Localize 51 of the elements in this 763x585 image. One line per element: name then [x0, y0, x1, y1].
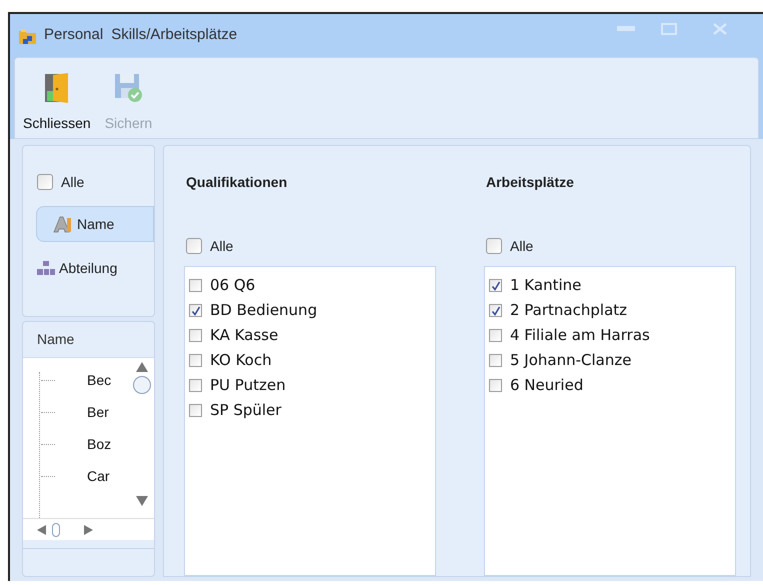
checkbox-item[interactable]: KA Kasse [189, 323, 278, 348]
checkbox-item[interactable]: BD Bedienung [189, 298, 318, 323]
section-heading: Arbeitsplätze [486, 173, 575, 190]
tree-item[interactable]: Boz [87, 434, 112, 454]
window-title: Skills/Arbeitsplätze [111, 25, 238, 46]
left-arrow-icon[interactable] [37, 524, 46, 534]
door-icon [44, 73, 70, 103]
checkbox[interactable] [189, 304, 202, 317]
checkbox[interactable] [489, 329, 502, 342]
checkbox[interactable] [189, 404, 202, 417]
section-heading: Qualifikationen [186, 173, 288, 190]
folder-icon [18, 26, 38, 44]
checkbox-item[interactable]: 5 Johann-Clanze [489, 348, 632, 373]
checkbox-item[interactable]: KO Koch [189, 348, 272, 373]
close-button[interactable]: Schliessen [21, 73, 93, 134]
hierarchy-icon [37, 261, 55, 275]
scroll-thumb[interactable] [133, 376, 151, 394]
all-checkbox[interactable]: Alle [186, 236, 436, 256]
horizontal-scrollbar[interactable] [23, 518, 154, 540]
down-arrow-icon[interactable] [136, 496, 148, 506]
save-icon [113, 73, 144, 103]
checkbox-item[interactable]: 2 Partnachplatz [489, 298, 628, 323]
checkbox-item[interactable]: 06 Q6 [189, 273, 256, 298]
tree-item[interactable]: Ber [87, 402, 109, 422]
checkbox[interactable] [489, 379, 502, 392]
window-title: Personal [44, 25, 104, 46]
checkbox[interactable] [489, 279, 502, 292]
up-arrow-icon[interactable] [136, 362, 148, 372]
tree-item[interactable]: Bec [87, 370, 112, 390]
checkbox[interactable] [489, 304, 502, 317]
checkbox[interactable] [189, 354, 202, 367]
right-arrow-icon[interactable] [84, 524, 93, 534]
scroll-thumb[interactable] [52, 522, 60, 536]
checkbox[interactable] [189, 329, 202, 342]
checkbox[interactable] [489, 354, 502, 367]
all-checkbox[interactable]: Alle [23, 172, 154, 192]
all-checkbox[interactable]: Alle [486, 236, 736, 256]
group-by-department-button[interactable]: Abteilung [29, 250, 154, 286]
checkbox[interactable] [186, 238, 202, 254]
checkbox[interactable] [37, 174, 53, 190]
checkbox[interactable] [486, 238, 502, 254]
checkbox-item[interactable]: 6 Neuried [489, 373, 584, 398]
checkbox-item[interactable]: 1 Kantine [489, 273, 582, 298]
letter-icon [53, 215, 73, 233]
checkbox-item[interactable]: PU Putzen [189, 373, 286, 398]
checkbox[interactable] [189, 279, 202, 292]
checkbox-item[interactable]: 4 Filiale am Harras [489, 323, 650, 348]
group-by-name-button[interactable]: Name [36, 206, 154, 242]
checkbox-item[interactable]: SP Spüler [189, 398, 282, 423]
checkbox[interactable] [189, 379, 202, 392]
tree-item[interactable]: Car [87, 466, 110, 486]
